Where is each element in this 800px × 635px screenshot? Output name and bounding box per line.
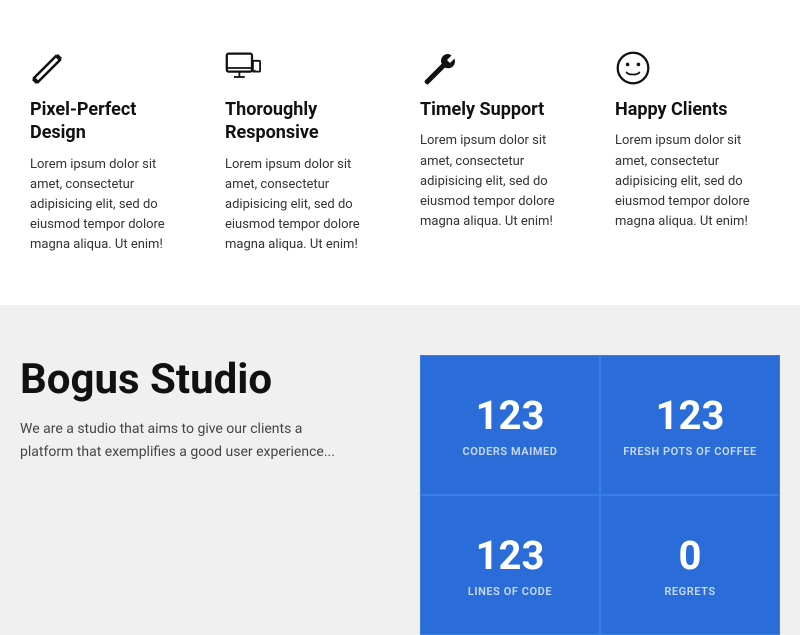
feature-clients-title: Happy Clients bbox=[615, 98, 770, 121]
stats-grid: 123 CODERS MAIMED 123 FRESH POTS OF COFF… bbox=[420, 355, 780, 635]
stat-coders-number: 123 bbox=[476, 392, 545, 439]
feature-responsive: Thoroughly Responsive Lorem ipsum dolor … bbox=[215, 40, 390, 265]
feature-support-text: Lorem ipsum dolor sit amet, consectetur … bbox=[420, 131, 575, 232]
feature-pixel-perfect-text: Lorem ipsum dolor sit amet, consectetur … bbox=[30, 155, 185, 256]
feature-clients-text: Lorem ipsum dolor sit amet, consectetur … bbox=[615, 131, 770, 232]
stat-coffee-label: FRESH POTS OF COFFEE bbox=[623, 445, 757, 458]
smiley-icon bbox=[615, 50, 651, 86]
stat-regrets-label: REGRETS bbox=[664, 585, 715, 598]
feature-pixel-perfect: Pixel-Perfect Design Lorem ipsum dolor s… bbox=[20, 40, 195, 265]
stat-coders-label: CODERS MAIMED bbox=[463, 445, 558, 458]
feature-responsive-title: Thoroughly Responsive bbox=[225, 98, 380, 145]
studio-description: We are a studio that aims to give our cl… bbox=[20, 418, 340, 463]
pencil-icon bbox=[30, 50, 66, 86]
feature-support: Timely Support Lorem ipsum dolor sit ame… bbox=[410, 40, 585, 265]
stat-regrets-number: 0 bbox=[679, 532, 702, 579]
stat-lines-label: LINES OF CODE bbox=[468, 585, 552, 598]
stat-coders: 123 CODERS MAIMED bbox=[420, 355, 600, 495]
studio-section: Bogus Studio We are a studio that aims t… bbox=[0, 305, 800, 635]
feature-support-title: Timely Support bbox=[420, 98, 575, 121]
stat-regrets: 0 REGRETS bbox=[600, 495, 780, 635]
studio-title: Bogus Studio bbox=[20, 355, 390, 404]
features-grid: Pixel-Perfect Design Lorem ipsum dolor s… bbox=[20, 40, 780, 265]
monitor-icon bbox=[225, 50, 261, 86]
stat-coffee: 123 FRESH POTS OF COFFEE bbox=[600, 355, 780, 495]
features-section: Pixel-Perfect Design Lorem ipsum dolor s… bbox=[0, 0, 800, 305]
studio-info: Bogus Studio We are a studio that aims t… bbox=[20, 355, 420, 503]
feature-pixel-perfect-title: Pixel-Perfect Design bbox=[30, 98, 185, 145]
wrench-icon bbox=[420, 50, 456, 86]
feature-clients: Happy Clients Lorem ipsum dolor sit amet… bbox=[605, 40, 780, 265]
feature-responsive-text: Lorem ipsum dolor sit amet, consectetur … bbox=[225, 155, 380, 256]
stat-lines-number: 123 bbox=[476, 532, 545, 579]
stat-lines: 123 LINES OF CODE bbox=[420, 495, 600, 635]
stat-coffee-number: 123 bbox=[656, 392, 725, 439]
